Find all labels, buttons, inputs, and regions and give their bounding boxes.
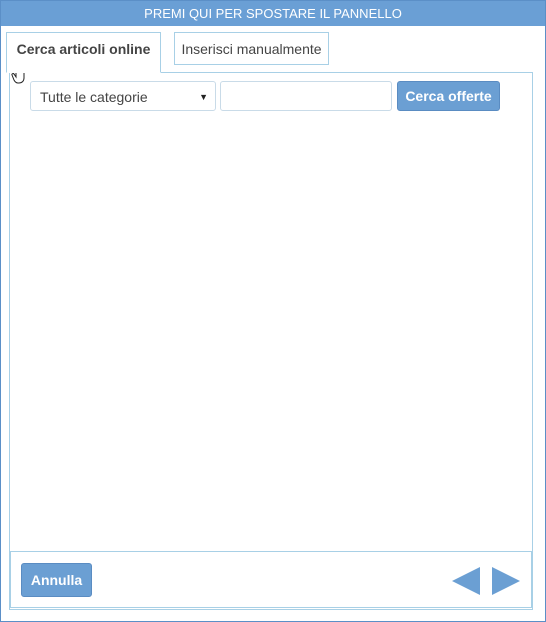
cancel-label: Annulla xyxy=(30,572,83,588)
tab-search-online-label: Cerca articoli online xyxy=(16,41,151,57)
arrow-right-icon[interactable] xyxy=(491,566,521,596)
search-offers-button[interactable]: Cerca offerte xyxy=(397,81,500,111)
tab-manual-entry-label: Inserisci manualmente xyxy=(181,41,322,57)
tab-manual-entry[interactable]: Inserisci manualmente xyxy=(174,32,329,65)
panel-drag-handle[interactable]: PREMI QUI PER SPOSTARE IL PANNELLO xyxy=(1,1,545,26)
category-select[interactable]: Tutte le categorie ▼ xyxy=(30,81,216,111)
cancel-button[interactable]: Annulla xyxy=(21,563,92,597)
tab-search-online[interactable]: Cerca articoli online xyxy=(6,32,161,73)
panel-title: PREMI QUI PER SPOSTARE IL PANNELLO xyxy=(144,6,402,21)
search-input[interactable] xyxy=(220,81,392,111)
search-offers-label: Cerca offerte xyxy=(405,88,492,104)
category-select-value: Tutte le categorie xyxy=(40,89,148,105)
arrow-left-icon[interactable] xyxy=(451,566,481,596)
tab-content xyxy=(9,72,533,610)
dropdown-arrow-icon: ▼ xyxy=(199,92,208,102)
